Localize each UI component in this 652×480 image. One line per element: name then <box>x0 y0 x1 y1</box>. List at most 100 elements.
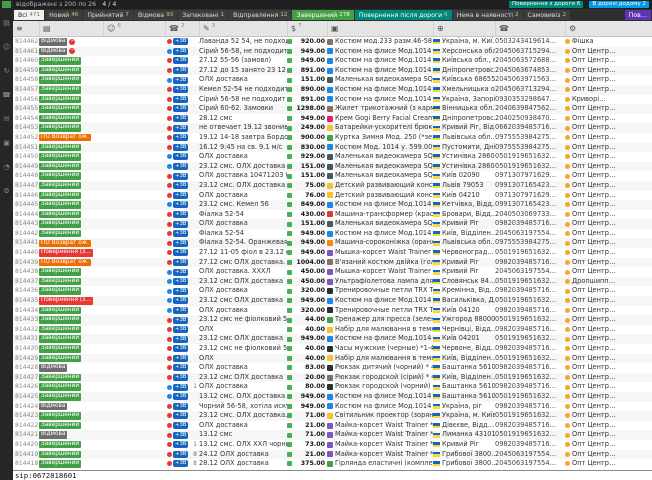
client-name[interactable] <box>103 373 165 383</box>
phone-number[interactable]: 2040639847562… <box>495 104 565 114</box>
phone-number[interactable]: 0501919651632… <box>495 277 565 287</box>
client-name[interactable] <box>103 363 165 373</box>
callback-button[interactable]: +3В <box>173 221 188 228</box>
phone-number[interactable]: 0501919651632… <box>495 430 565 440</box>
client-name[interactable] <box>103 258 165 268</box>
table-row[interactable]: 814444 Завершений +3В Фіалка 52-54 430.0… <box>13 210 652 220</box>
column-header-contacts-icon[interactable]: ☎2 <box>165 21 199 36</box>
column-header-status-icon[interactable]: ▤ <box>39 21 103 36</box>
table-row[interactable]: 814439 ПО Возврат ож. +3В 27.12 смс ОЛХ … <box>13 258 652 268</box>
table-row[interactable]: 814433 Завершений +3В 23.12 смс не фіолк… <box>13 315 652 325</box>
phone-number[interactable]: 0982039485716… <box>495 325 565 335</box>
callback-button[interactable]: +3В <box>173 269 188 276</box>
table-row[interactable]: 814446 Завершений +3В ОЛХ доставка 76.00… <box>13 191 652 201</box>
column-header-payments-icon[interactable]: $7 <box>287 21 327 36</box>
table-row[interactable]: 814428 Відмова +3В ОЛХ доставка 83.00 Рю… <box>13 363 652 373</box>
callback-button[interactable]: +3В <box>173 345 188 352</box>
tab-more[interactable]: Пов… <box>625 10 651 20</box>
callback-button[interactable]: +3В <box>173 393 188 400</box>
callback-button[interactable]: +3В <box>173 144 188 151</box>
client-name[interactable] <box>103 56 165 66</box>
callback-button[interactable]: +3В <box>173 355 188 362</box>
table-row[interactable]: 814432 Завершений +3В ОЛХ 40.00 Набір дл… <box>13 325 652 335</box>
callback-button[interactable]: +3В <box>173 211 188 218</box>
phone-number[interactable]: 0982039485716… <box>495 402 565 412</box>
mail-icon[interactable]: ✉ <box>4 114 10 124</box>
table-row[interactable]: 814434 Завершений +3В ОЛХ доставка 320.0… <box>13 306 652 316</box>
table-row[interactable]: 814429 Завершений +3В ОЛХ 40.00 Набір дл… <box>13 354 652 364</box>
clients-icon[interactable]: ☺ <box>3 42 10 52</box>
phone-number[interactable]: 0501919651632… <box>495 373 565 383</box>
callback-button[interactable]: +3В <box>173 201 188 208</box>
callback-button[interactable]: +3В <box>173 326 188 333</box>
callback-button[interactable]: +3В <box>173 249 188 256</box>
tab-повернення-після-дороги[interactable]: Повернення після дороги6 <box>355 10 452 20</box>
table-row[interactable]: 814430 Завершений +3В 23.12 смс не фіолк… <box>13 344 652 354</box>
phone-number[interactable]: 2045063713294… <box>495 85 565 95</box>
phone-number[interactable]: 0662039485716… <box>495 123 565 133</box>
phone-number[interactable]: 0501919651632… <box>495 152 565 162</box>
client-name[interactable] <box>103 143 165 153</box>
table-row[interactable]: 814457 Завершений +3В Кемел 52-54 не под… <box>13 85 652 95</box>
client-name[interactable] <box>103 430 165 440</box>
table-row[interactable]: 814421 Відмова +3В 13.12 смс 71.00 Майка… <box>13 430 652 440</box>
callback-button[interactable]: +3В <box>173 441 188 448</box>
phone-number[interactable]: 0982039485716… <box>495 440 565 450</box>
orders-icon[interactable]: ▤ <box>3 18 10 28</box>
client-name[interactable] <box>103 133 165 143</box>
phone-number[interactable]: 2045063197554… <box>495 450 565 460</box>
callback-button[interactable]: +3В <box>173 422 188 429</box>
client-name[interactable] <box>103 47 165 57</box>
callback-button[interactable]: +3В <box>173 182 188 189</box>
callback-button[interactable]: +3В <box>173 374 188 381</box>
column-header-notes-icon[interactable]: ✎3 <box>199 21 287 36</box>
client-name[interactable] <box>103 162 165 172</box>
table-row[interactable]: 814424 Відмова +3В Чорний 56-58, хотіла … <box>13 402 652 412</box>
callback-button[interactable]: +3В <box>173 153 188 160</box>
phone-number[interactable]: 0501919651632… <box>495 392 565 402</box>
client-name[interactable] <box>103 382 165 392</box>
table-row[interactable]: 814431 Завершений +3В 23.12 смс ОЛХ дост… <box>13 334 652 344</box>
phone-number[interactable]: 0982039485716… <box>495 363 565 373</box>
callback-button[interactable]: +3В <box>173 96 188 103</box>
callback-button[interactable]: +3В <box>173 48 188 55</box>
tab-відправлення[interactable]: Відправлення12 <box>229 10 291 20</box>
client-name[interactable] <box>103 421 165 431</box>
refresh-icon[interactable]: ↻ <box>4 66 10 76</box>
client-name[interactable] <box>103 200 165 210</box>
table-row[interactable]: 814425 Завершений +3В 13.12 смс. ОЛХ дос… <box>13 392 652 402</box>
callback-button[interactable]: +3В <box>173 412 188 419</box>
table-row[interactable]: 814422 Завершений +3В ОЛХ доставка 21.00… <box>13 421 652 431</box>
titlebar-chip[interactable]: В дорозі додому 2 <box>589 1 649 8</box>
table-row[interactable]: 814420 Завершений +3В 1 13.12 смс. ОЛХ Х… <box>13 440 652 450</box>
column-header-settings-icon[interactable]: ⚙ <box>565 21 652 36</box>
phone-number[interactable]: 0501919651632… <box>495 296 565 306</box>
phone-number[interactable]: 0991307165423… <box>495 200 565 210</box>
phone-number[interactable]: 0501919651632… <box>495 354 565 364</box>
callback-button[interactable]: +3В <box>173 288 188 295</box>
phone-number[interactable]: 0991307165423… <box>495 181 565 191</box>
callback-button[interactable]: +3В <box>173 297 188 304</box>
table-row[interactable]: 814449 Завершений +3В 23.12 смс. ОЛХ дос… <box>13 162 652 172</box>
client-name[interactable] <box>103 171 165 181</box>
table-row[interactable]: 814447 Завершений +3В 23.12 смс. ОЛХ дос… <box>13 181 652 191</box>
client-name[interactable] <box>103 277 165 287</box>
callback-button[interactable]: +3В <box>173 307 188 314</box>
phone-number[interactable]: 0982039485716… <box>495 344 565 354</box>
client-name[interactable] <box>103 219 165 229</box>
table-row[interactable]: 814441 ПО Возврат ож. +3В Фіалка 52-54. … <box>13 238 652 248</box>
column-header-menu-icon[interactable]: ≡ <box>13 21 39 36</box>
client-name[interactable] <box>103 66 165 76</box>
callback-button[interactable]: +3В <box>173 163 188 170</box>
phone-number[interactable]: 2045063971563… <box>495 75 565 85</box>
callback-button[interactable]: +3В <box>173 336 188 343</box>
column-header-products-icon[interactable]: ▣ <box>327 21 433 36</box>
client-name[interactable] <box>103 95 165 105</box>
table-row[interactable]: 814461 Відмова − +3В Сірий 56-58, не под… <box>13 47 652 57</box>
phone-number[interactable]: 0501919651632… <box>495 248 565 258</box>
table-row[interactable]: 814427 Завершений +3В 23.12 смс ОЛХ дост… <box>13 373 652 383</box>
titlebar-chip[interactable]: Повернення з дороги 6 <box>509 1 583 8</box>
callback-button[interactable]: +3В <box>173 57 188 64</box>
phone-number[interactable]: 2045063674853… <box>495 66 565 76</box>
table-row[interactable]: 814451 Завершений +3В 16.12 9:45 на св. … <box>13 143 652 153</box>
